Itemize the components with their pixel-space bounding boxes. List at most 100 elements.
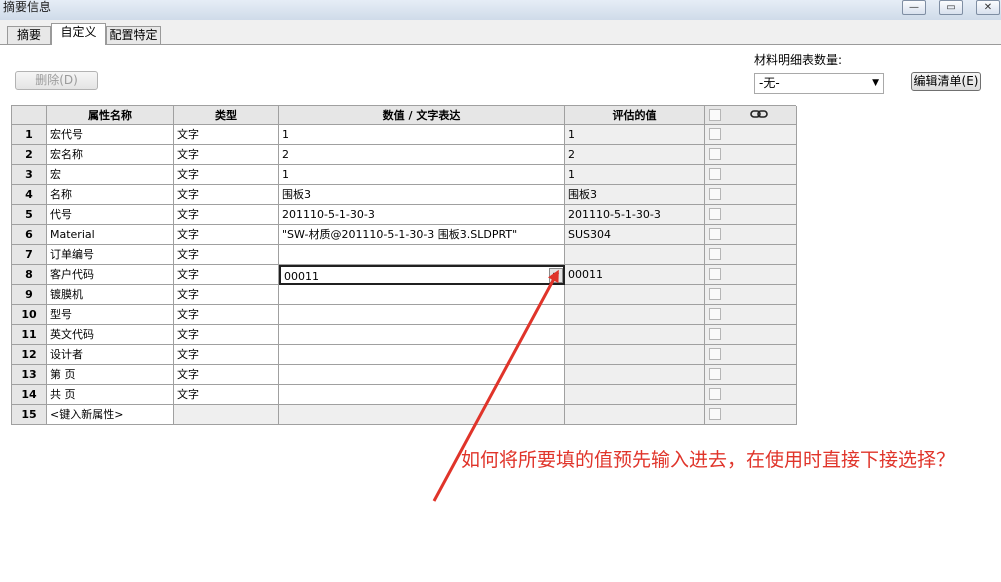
tab-strip: 摘要 自定义 配置特定: [0, 20, 1001, 45]
window-titlebar: 摘要信息 — ▭ ✕: [0, 0, 1001, 20]
property-name-text: 第 页: [50, 368, 76, 381]
delete-button[interactable]: 删除(D): [15, 71, 98, 90]
link-icon: [750, 107, 768, 124]
evaluated-value-cell: [565, 365, 705, 385]
minimize-button[interactable]: —: [902, 0, 926, 15]
property-name-cell[interactable]: Material: [47, 225, 174, 245]
property-name-cell[interactable]: 代号: [47, 205, 174, 225]
tab-configuration-specific[interactable]: 配置特定: [106, 26, 161, 44]
property-type-cell[interactable]: 文字: [174, 125, 279, 145]
evaluated-value-text: 00011: [568, 268, 603, 281]
value-expression-input-active[interactable]: 00011 ▼: [279, 265, 565, 285]
row-number: 12: [12, 345, 47, 365]
property-name-cell[interactable]: 订单编号: [47, 245, 174, 265]
property-type-cell[interactable]: 文字: [174, 185, 279, 205]
link-checkbox-cell: [705, 165, 797, 185]
value-expression-cell[interactable]: "SW-材质@201110-5-1-30-3 围板3.SLDPRT": [279, 225, 565, 245]
property-type-cell[interactable]: 文字: [174, 305, 279, 325]
property-name-cell[interactable]: 宏名称: [47, 145, 174, 165]
value-expression-cell[interactable]: [279, 345, 565, 365]
property-name-cell[interactable]: 设计者: [47, 345, 174, 365]
select-all-checkbox[interactable]: [709, 109, 721, 121]
row-checkbox[interactable]: [709, 228, 721, 240]
value-expression-cell[interactable]: 围板3: [279, 185, 565, 205]
row-checkbox[interactable]: [709, 308, 721, 320]
maximize-button[interactable]: ▭: [939, 0, 963, 15]
row-number-label: 3: [25, 168, 33, 181]
property-type-cell[interactable]: 文字: [174, 225, 279, 245]
property-name-cell[interactable]: 镀膜机: [47, 285, 174, 305]
value-expression-cell[interactable]: [279, 385, 565, 405]
property-type-cell[interactable]: 文字: [174, 325, 279, 345]
property-name-cell[interactable]: 共 页: [47, 385, 174, 405]
value-expression-text: 2: [282, 148, 289, 161]
property-name-cell[interactable]: 型号: [47, 305, 174, 325]
property-type-cell[interactable]: 文字: [174, 205, 279, 225]
row-number: 3: [12, 165, 47, 185]
row-number-label: 4: [25, 188, 33, 201]
row-checkbox[interactable]: [709, 168, 721, 180]
edit-list-button[interactable]: 编辑清单(E): [911, 72, 981, 91]
property-name-cell[interactable]: <键入新属性>: [47, 405, 174, 425]
value-expression-cell[interactable]: 1: [279, 165, 565, 185]
row-checkbox[interactable]: [709, 288, 721, 300]
property-name-cell[interactable]: 英文代码: [47, 325, 174, 345]
row-checkbox[interactable]: [709, 248, 721, 260]
tab-custom[interactable]: 自定义: [51, 23, 106, 45]
bom-quantity-select[interactable]: -无- ▼: [754, 73, 884, 94]
tab-summary[interactable]: 摘要: [7, 26, 51, 44]
evaluated-value-text: 2: [568, 148, 575, 161]
property-type-cell[interactable]: 文字: [174, 285, 279, 305]
value-expression-cell[interactable]: 201110-5-1-30-3: [279, 205, 565, 225]
bom-quantity-value: -无-: [759, 76, 780, 90]
row-checkbox[interactable]: [709, 408, 721, 420]
property-name-text: 宏名称: [50, 148, 83, 161]
row-number: 6: [12, 225, 47, 245]
header-property-name-label: 属性名称: [88, 109, 132, 122]
evaluated-value-cell: 1: [565, 165, 705, 185]
property-name-cell[interactable]: 名称: [47, 185, 174, 205]
property-name-cell[interactable]: 宏代号: [47, 125, 174, 145]
value-expression-cell[interactable]: [279, 245, 565, 265]
property-type-cell[interactable]: 文字: [174, 265, 279, 285]
row-checkbox[interactable]: [709, 128, 721, 140]
value-expression-cell[interactable]: [279, 365, 565, 385]
row-checkbox[interactable]: [709, 348, 721, 360]
close-button[interactable]: ✕: [976, 0, 1000, 15]
property-type-cell[interactable]: [174, 405, 279, 425]
property-name-text: 型号: [50, 308, 72, 321]
property-name-cell[interactable]: 宏: [47, 165, 174, 185]
row-checkbox[interactable]: [709, 188, 721, 200]
property-type-cell[interactable]: 文字: [174, 165, 279, 185]
property-type-cell[interactable]: 文字: [174, 385, 279, 405]
row-number: 7: [12, 245, 47, 265]
evaluated-value-cell: 围板3: [565, 185, 705, 205]
value-expression-cell[interactable]: [279, 405, 565, 425]
property-type-cell[interactable]: 文字: [174, 345, 279, 365]
property-type-cell[interactable]: 文字: [174, 145, 279, 165]
value-expression-cell[interactable]: [279, 325, 565, 345]
property-type-cell[interactable]: 文字: [174, 245, 279, 265]
row-checkbox[interactable]: [709, 208, 721, 220]
row-checkbox[interactable]: [709, 368, 721, 380]
value-dropdown-button[interactable]: ▼: [549, 268, 563, 283]
value-expression-cell[interactable]: 2: [279, 145, 565, 165]
row-number-label: 11: [21, 328, 37, 341]
link-checkbox-cell: [705, 185, 797, 205]
value-expression-cell[interactable]: [279, 305, 565, 325]
property-name-cell[interactable]: 第 页: [47, 365, 174, 385]
property-name-cell[interactable]: 客户代码: [47, 265, 174, 285]
value-expression-cell[interactable]: 1: [279, 125, 565, 145]
window-title: 摘要信息: [3, 0, 52, 14]
link-checkbox-cell: [705, 125, 797, 145]
value-expression-cell[interactable]: [279, 285, 565, 305]
row-checkbox[interactable]: [709, 328, 721, 340]
row-checkbox[interactable]: [709, 268, 721, 280]
row-checkbox[interactable]: [709, 388, 721, 400]
link-checkbox-cell: [705, 385, 797, 405]
property-type-cell[interactable]: 文字: [174, 365, 279, 385]
evaluated-value-cell: [565, 345, 705, 365]
row-checkbox[interactable]: [709, 148, 721, 160]
row-number: 9: [12, 285, 47, 305]
evaluated-value-cell: SUS304: [565, 225, 705, 245]
